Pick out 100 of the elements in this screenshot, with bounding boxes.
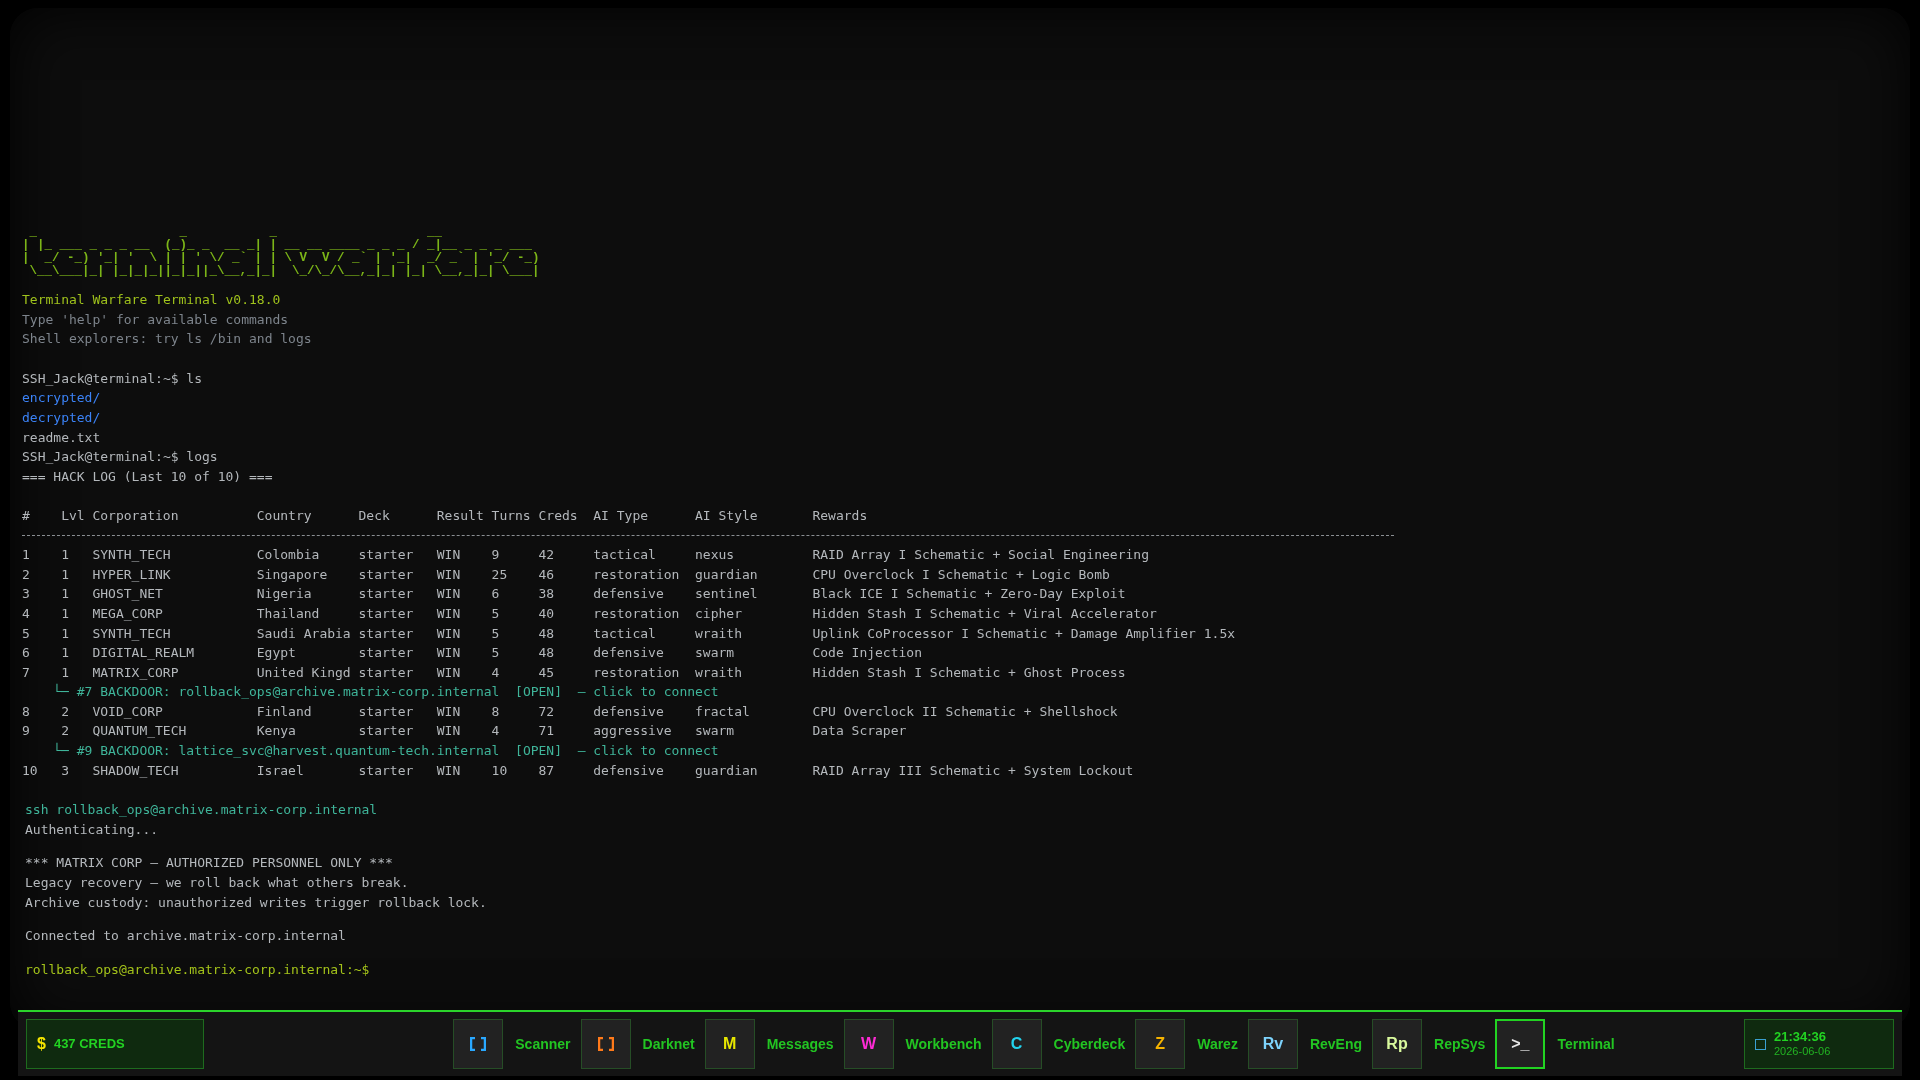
- table-cell: starter: [358, 547, 414, 563]
- table-cell: 1: [61, 547, 69, 563]
- table-cell: starter: [358, 605, 414, 621]
- table-cell: starter: [358, 625, 414, 641]
- column-header: Country: [256, 507, 312, 523]
- credits-symbol: $: [37, 1034, 46, 1054]
- terminal-line: ssh rollback_ops@archive.matrix-corp.internal: [25, 801, 379, 820]
- table-cell: Nigeria: [256, 586, 312, 602]
- table-cell: starter: [358, 703, 414, 719]
- app-icon-button[interactable]: M: [704, 1019, 755, 1069]
- table-cell: 9: [491, 547, 500, 563]
- table-cell: 10: [22, 762, 38, 778]
- backdoor-address: lattice_svc@harvest.quantum-tech.internal: [178, 742, 500, 761]
- app-icon-button[interactable]: [453, 1019, 504, 1069]
- table-cell: Colombia: [256, 547, 320, 563]
- table-cell: 40: [538, 605, 555, 621]
- table-cell: 5: [22, 625, 30, 641]
- table-cell: SYNTH_TECH: [92, 547, 171, 563]
- app-label[interactable]: Messages: [766, 1033, 834, 1055]
- app-icon-button[interactable]: [580, 1019, 631, 1069]
- table-cell: QUANTUM_TECH: [92, 723, 187, 739]
- app-label[interactable]: Workbench: [905, 1033, 982, 1055]
- table-cell: 1: [61, 645, 69, 661]
- app-label[interactable]: RevEng: [1309, 1033, 1363, 1055]
- terminal-line: Shell explorers: try ls /bin and logs: [22, 330, 313, 349]
- table-cell: guardian: [695, 566, 758, 582]
- column-header: #: [22, 507, 30, 523]
- app-icon-button[interactable]: Z: [1135, 1019, 1186, 1069]
- table-cell: 2: [22, 566, 30, 582]
- table-cell: WIN: [436, 605, 461, 621]
- table-cell: WIN: [436, 723, 461, 739]
- table-cell: defensive: [593, 762, 664, 778]
- table-cell: starter: [358, 645, 414, 661]
- app-glyph: M: [723, 1034, 737, 1054]
- table-cell: HYPER_LINK: [92, 566, 171, 582]
- app-icon-button[interactable]: Rv: [1247, 1019, 1298, 1069]
- app-label[interactable]: Darknet: [642, 1033, 695, 1055]
- table-cell: restoration: [593, 566, 680, 582]
- status-text: [OPEN]: [515, 683, 563, 702]
- clock-icon: [1755, 1038, 1766, 1050]
- app-glyph: Z: [1155, 1034, 1166, 1054]
- table-cell: WIN: [436, 664, 461, 680]
- table-cell: MATRIX_CORP: [92, 664, 179, 680]
- table-cell: defensive: [593, 703, 664, 719]
- table-cell: Thailand: [256, 605, 320, 621]
- app-icon-button[interactable]: W: [843, 1019, 894, 1069]
- table-cell: 3: [22, 586, 30, 602]
- table-cell: 48: [538, 645, 555, 661]
- table-cell: 48: [538, 625, 555, 641]
- column-header: Rewards: [812, 507, 868, 523]
- table-cell: restoration: [593, 605, 680, 621]
- app-glyph: Rp: [1386, 1034, 1408, 1054]
- app-glyph: Rv: [1262, 1034, 1284, 1054]
- table-cell: wraith: [695, 625, 742, 641]
- terminal-line: === HACK LOG (Last 10 of 10) ===: [22, 467, 274, 486]
- table-cell: defensive: [593, 645, 664, 661]
- table-cell: Hidden Stash I Schematic + Viral Accelerator: [812, 605, 1157, 621]
- app-glyph: C: [1010, 1034, 1023, 1054]
- table-cell: SHADOW_TECH: [92, 762, 179, 778]
- app-icon-button[interactable]: >_: [1495, 1019, 1546, 1069]
- column-header: Deck: [358, 507, 390, 523]
- table-cell: Uplink CoProcessor I Schematic + Damage Amplifier 1.5x: [812, 625, 1236, 641]
- app-label[interactable]: Scanner: [515, 1033, 571, 1055]
- table-cell: MEGA_CORP: [92, 605, 163, 621]
- app-label[interactable]: Warez: [1197, 1033, 1238, 1055]
- table-cell: tactical: [593, 547, 656, 563]
- app-icon-button[interactable]: C: [991, 1019, 1042, 1069]
- app-label[interactable]: Terminal: [1557, 1033, 1615, 1055]
- table-cell: 45: [538, 664, 555, 680]
- table-cell: 4: [491, 723, 500, 739]
- table-cell: 10: [491, 762, 508, 778]
- clock-time: 21:34:36: [1774, 1030, 1828, 1044]
- table-cell: 25: [491, 566, 508, 582]
- table-cell: 4: [22, 605, 30, 621]
- connect-link[interactable]: — click to connect: [577, 741, 719, 761]
- table-cell: 6: [491, 586, 500, 602]
- terminal-line: *** MATRIX CORP — AUTHORIZED PERSONNEL ONLY ***: [25, 854, 394, 873]
- table-cell: 72: [538, 703, 555, 719]
- table-cell: SYNTH_TECH: [92, 625, 171, 641]
- table-cell: 3: [61, 762, 69, 778]
- table-cell: WIN: [436, 566, 461, 582]
- table-cell: 1: [61, 625, 69, 641]
- table-cell: 46: [538, 566, 555, 582]
- table-cell: sentinel: [695, 586, 758, 602]
- backdoor-label: └─ #9 BACKDOOR:: [53, 742, 171, 761]
- backdoor-address: rollback_ops@archive.matrix-corp.internal: [178, 683, 500, 702]
- table-cell: Black ICE I Schematic + Zero-Day Exploit: [812, 586, 1126, 602]
- app-icon-button[interactable]: Rp: [1372, 1019, 1423, 1069]
- app-label[interactable]: RepSys: [1434, 1033, 1486, 1055]
- table-cell: defensive: [593, 586, 664, 602]
- table-cell: Kenya: [256, 723, 296, 739]
- table-cell: Egypt: [256, 645, 296, 661]
- table-cell: 2: [61, 723, 69, 739]
- app-label[interactable]: Cyberdeck: [1053, 1033, 1126, 1055]
- connect-link[interactable]: — click to connect: [577, 682, 719, 702]
- clock-date: 2026-06-06: [1774, 1044, 1831, 1058]
- table-cell: aggressive: [593, 723, 672, 739]
- column-header: Lvl: [61, 507, 85, 523]
- table-cell: 6: [22, 645, 30, 661]
- terminal-line: Archive custody: unauthorized writes trigger rollback lock.: [25, 893, 488, 912]
